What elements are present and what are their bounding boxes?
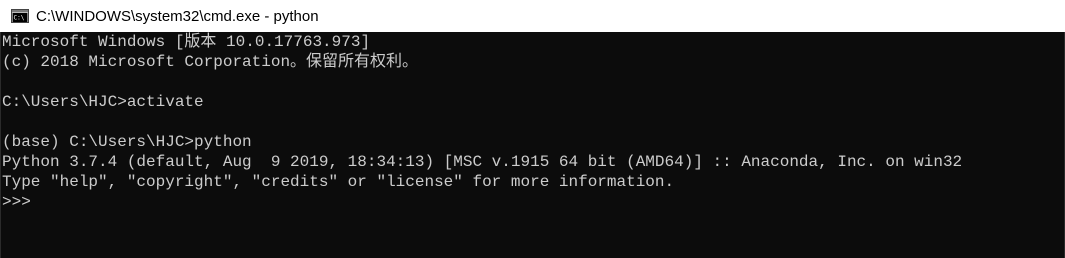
cmd-window: C:\ C:\WINDOWS\system32\cmd.exe - python… bbox=[0, 0, 1065, 258]
title-bar[interactable]: C:\ C:\WINDOWS\system32\cmd.exe - python bbox=[0, 0, 1065, 32]
cmd-icon: C:\ bbox=[11, 9, 29, 23]
console-line: C:\Users\HJC>activate bbox=[2, 93, 204, 111]
svg-text:C:\: C:\ bbox=[14, 15, 25, 22]
console-line: (c) 2018 Microsoft Corporation。保留所有权利。 bbox=[2, 53, 419, 71]
python-prompt[interactable]: >>> bbox=[2, 192, 1065, 212]
console-line: (base) C:\Users\HJC>python bbox=[2, 133, 252, 151]
console-output[interactable]: Microsoft Windows [版本 10.0.17763.973] (c… bbox=[0, 32, 1065, 258]
console-line: Type "help", "copyright", "credits" or "… bbox=[2, 173, 675, 191]
console-line: Python 3.7.4 (default, Aug 9 2019, 18:34… bbox=[2, 153, 963, 171]
window-title: C:\WINDOWS\system32\cmd.exe - python bbox=[36, 7, 319, 25]
window-border-left bbox=[0, 32, 1, 258]
console-line: Microsoft Windows [版本 10.0.17763.973] bbox=[2, 33, 371, 51]
